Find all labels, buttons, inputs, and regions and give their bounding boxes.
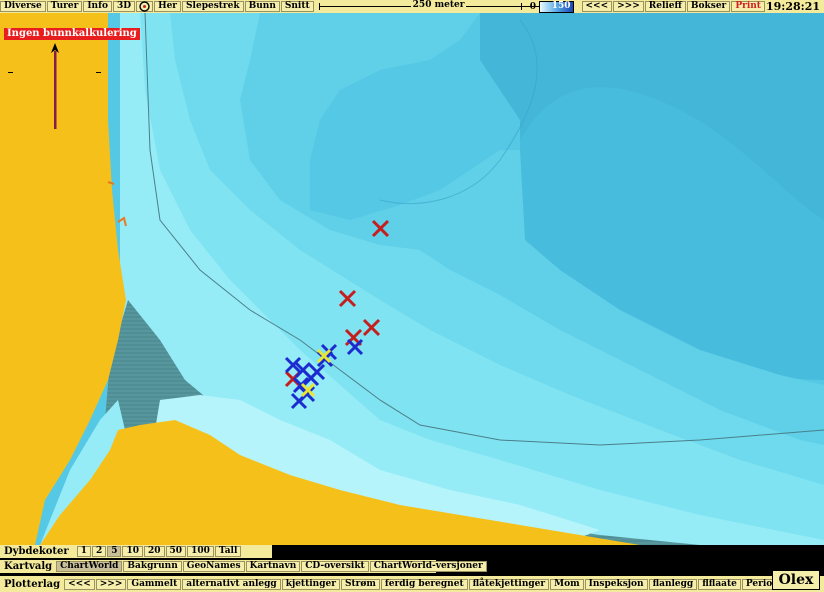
scale-label: 250 meter — [410, 0, 467, 10]
depth-option-5[interactable]: 5 — [107, 546, 122, 557]
plot-layer-ferdig-beregnet[interactable]: ferdig beregnet — [380, 578, 468, 590]
depth-option-1[interactable]: 1 — [76, 546, 91, 557]
plot-layer-strom[interactable]: Strøm — [340, 578, 380, 590]
menu-3d-button[interactable]: 3D — [112, 1, 136, 12]
menu-turer-button[interactable]: Turer — [46, 1, 83, 12]
menu-her-button[interactable]: Her — [154, 1, 182, 12]
scale-bar: 250 meter — [318, 0, 569, 12]
plotter-layer-row: Plotterlag <<< >>> Gammelt alternativt a… — [0, 576, 824, 592]
depth-option-20[interactable]: 20 — [144, 546, 165, 557]
target-icon[interactable] — [136, 1, 154, 12]
heading-indicator — [50, 43, 60, 129]
plot-layer-kjettinger[interactable]: kjettinger — [281, 578, 340, 590]
chart-option-chartworld-versjoner[interactable]: ChartWorld-versjoner — [369, 561, 487, 572]
chart-option-cd-oversikt[interactable]: CD-oversikt — [301, 561, 369, 572]
plotter-layer-label: Plotterlag — [4, 578, 61, 590]
warning-banner: Ingen bunnkalkulering — [4, 28, 140, 40]
chart-option-kartnavn[interactable]: Kartnavn — [245, 561, 301, 572]
plot-layer-flflaate[interactable]: flflaate — [698, 578, 741, 590]
depth-option-2[interactable]: 2 — [91, 546, 107, 557]
chart-selection-row: Kartvalg ChartWorld Bakgrunn GeoNames Ka… — [0, 560, 487, 573]
depth-max-label: 150 — [551, 0, 571, 11]
clock: 19:28:21 — [765, 0, 820, 13]
plot-next-button[interactable]: >>> — [95, 578, 127, 590]
nav-next-button[interactable]: >>> — [613, 1, 644, 12]
chart-selection-label: Kartvalg — [4, 561, 53, 572]
depth-contour-row: Dybdekoter 1 2 5 10 20 50 100 Tall — [0, 545, 272, 558]
plot-layer-alternativt-anlegg[interactable]: alternativt anlegg — [182, 578, 281, 590]
heading-tick-right — [96, 72, 101, 73]
depth-option-50[interactable]: 50 — [165, 546, 187, 557]
chart-map[interactable]: Ingen bunnkalkulering — [0, 13, 824, 545]
chart-option-geonames[interactable]: GeoNames — [182, 561, 245, 572]
boxes-button[interactable]: Bokser — [686, 1, 731, 12]
plot-layer-flatekjettinger[interactable]: flåtekjettinger — [468, 578, 550, 590]
depth-option-tall[interactable]: Tall — [214, 546, 242, 557]
heading-tick-left — [8, 72, 13, 73]
nav-prev-button[interactable]: <<< — [581, 1, 613, 12]
top-toolbar: Diverse Turer Info 3D Her Slepestrek Bun… — [0, 0, 824, 13]
depth-option-10[interactable]: 10 — [122, 546, 144, 557]
menu-diverse-button[interactable]: Diverse — [0, 1, 46, 12]
chart-option-bakgrunn[interactable]: Bakgrunn — [123, 561, 182, 572]
olex-logo[interactable]: Olex — [772, 570, 820, 590]
relief-button[interactable]: Relieff — [644, 1, 686, 12]
menu-bunn-button[interactable]: Bunn — [244, 1, 280, 12]
plot-layer-flanlegg[interactable]: flanlegg — [648, 578, 698, 590]
plot-prev-button[interactable]: <<< — [64, 578, 95, 590]
depth-contour-label: Dybdekoter — [4, 546, 69, 557]
depth-color-scale: 150 — [538, 0, 574, 13]
menu-slepestrek-button[interactable]: Slepestrek — [182, 1, 244, 12]
depth-option-100[interactable]: 100 — [187, 546, 214, 557]
menu-snitt-button[interactable]: Snitt — [280, 1, 314, 12]
chart-option-chartworld[interactable]: ChartWorld — [56, 561, 123, 572]
bathymetry-chart[interactable] — [0, 13, 824, 545]
print-button[interactable]: Print — [731, 1, 765, 12]
plot-layer-mom[interactable]: Mom — [550, 578, 584, 590]
plot-layer-inspeksjon[interactable]: Inspeksjon — [584, 578, 648, 590]
plot-layer-gammelt[interactable]: Gammelt — [127, 578, 182, 590]
menu-info-button[interactable]: Info — [83, 1, 112, 12]
